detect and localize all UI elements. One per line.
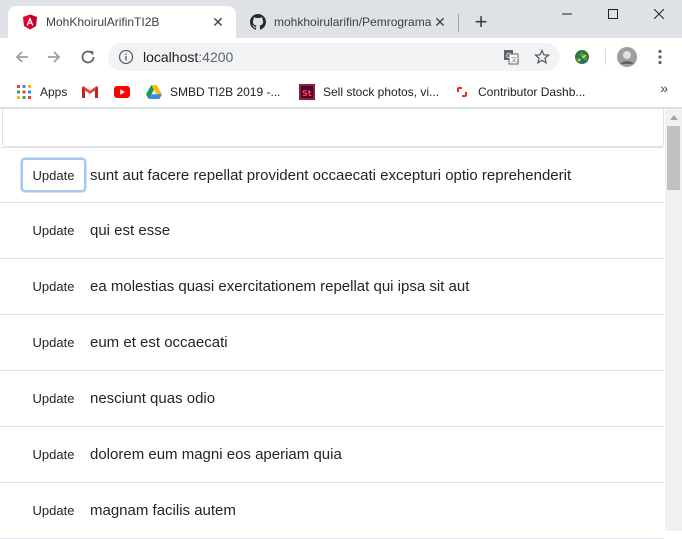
update-button[interactable]: Update (21, 214, 86, 248)
post-list: Update sunt aut facere repellat providen… (0, 147, 664, 539)
update-button[interactable]: Update (21, 438, 86, 472)
bookmark-label: Apps (40, 85, 68, 99)
bookmark-label: Sell stock photos, vi... (323, 85, 440, 99)
list-item: Update qui est esse (0, 203, 664, 259)
bookmark-adobe-stock[interactable]: St Sell stock photos, vi... (299, 82, 439, 102)
youtube-icon (114, 84, 130, 100)
window-close-button[interactable] (636, 0, 682, 28)
apps-grid-icon (16, 84, 32, 100)
forward-icon[interactable] (42, 45, 66, 69)
bookmark-apps[interactable]: Apps (16, 82, 67, 102)
toolbar: localhost:4200 G文 (0, 38, 682, 76)
bookmark-youtube[interactable] (114, 82, 138, 102)
maximize-button[interactable] (590, 0, 636, 28)
post-title: ea molestias quasi exercitationem repell… (90, 278, 470, 295)
post-title: qui est esse (90, 222, 171, 239)
close-icon[interactable]: ✕ (210, 14, 226, 30)
bookmark-label: Contributor Dashb... (478, 85, 586, 99)
bookmark-contributor[interactable]: Contributor Dashb... (454, 82, 585, 102)
page-content: Update sunt aut facere repellat providen… (0, 109, 682, 539)
url-port: :4200 (198, 49, 234, 65)
translate-icon[interactable]: G文 (503, 49, 519, 65)
angular-icon (22, 14, 38, 30)
post-title: dolorem eum magni eos aperiam quia (90, 446, 342, 463)
extension-icon[interactable] (572, 47, 592, 67)
tab-active[interactable]: MohKhoirulArifinTI2B ✕ (8, 6, 236, 38)
reload-icon[interactable] (76, 45, 100, 69)
minimize-button[interactable] (544, 0, 590, 28)
adobe-stock-icon: St (299, 84, 315, 100)
update-button[interactable]: Update (21, 270, 86, 304)
post-title: sunt aut facere repellat provident occae… (90, 166, 572, 184)
post-title: nesciunt quas odio (90, 390, 216, 407)
back-icon[interactable] (10, 45, 34, 69)
tab-inactive[interactable]: mohkhoirularifin/Pemrograma ✕ (236, 6, 458, 38)
bookmark-gmail[interactable] (82, 82, 106, 102)
star-icon[interactable] (533, 48, 551, 65)
svg-text:St: St (302, 89, 312, 98)
list-item: Update ea molestias quasi exercitationem… (0, 259, 664, 315)
tab-title: MohKhoirulArifinTI2B (46, 15, 160, 29)
vertical-scrollbar[interactable] (665, 109, 682, 531)
bookmarks-bar: Apps SMBD TI2B 2019 -... St Sell stock p… (0, 76, 682, 108)
new-tab-button[interactable]: + (470, 11, 492, 34)
update-button[interactable]: Update (21, 494, 86, 528)
url-host: localhost (143, 49, 199, 65)
scroll-up-arrow-icon[interactable] (665, 109, 682, 126)
tab-strip: MohKhoirulArifinTI2B ✕ mohkhoirularifin/… (0, 0, 682, 38)
post-title: eum et est occaecati (90, 334, 228, 351)
shutterstock-icon (454, 84, 470, 100)
google-drive-icon (146, 84, 162, 100)
bookmark-label: SMBD TI2B 2019 -... (170, 85, 281, 99)
svg-text:文: 文 (511, 56, 517, 64)
avatar[interactable] (617, 47, 637, 67)
list-item: Update dolorem eum magni eos aperiam qui… (0, 427, 664, 483)
url-text: localhost:4200 (143, 49, 233, 65)
header-box (2, 109, 664, 147)
list-item: Update nesciunt quas odio (0, 371, 664, 427)
update-button[interactable]: Update (21, 158, 86, 192)
list-item: Update sunt aut facere repellat providen… (0, 147, 664, 203)
gmail-icon (82, 84, 98, 100)
bookmark-smbd[interactable]: SMBD TI2B 2019 -... (146, 82, 281, 102)
info-icon[interactable] (118, 49, 134, 65)
tab-separator (458, 14, 459, 32)
address-bar[interactable]: localhost:4200 G文 (108, 43, 560, 71)
update-button[interactable]: Update (21, 382, 86, 416)
scrollbar-thumb[interactable] (667, 126, 680, 190)
toolbar-separator (605, 49, 606, 65)
browser-chrome: MohKhoirulArifinTI2B ✕ mohkhoirularifin/… (0, 0, 682, 109)
close-icon[interactable]: ✕ (432, 14, 448, 30)
more-vert-icon[interactable] (650, 47, 670, 67)
chevron-double-right-icon[interactable]: » (660, 80, 668, 96)
tab-title: mohkhoirularifin/Pemrograma (274, 15, 432, 29)
github-icon (250, 14, 266, 30)
post-title: magnam facilis autem (90, 502, 236, 519)
update-button[interactable]: Update (21, 326, 86, 360)
list-item: Update eum et est occaecati (0, 315, 664, 371)
